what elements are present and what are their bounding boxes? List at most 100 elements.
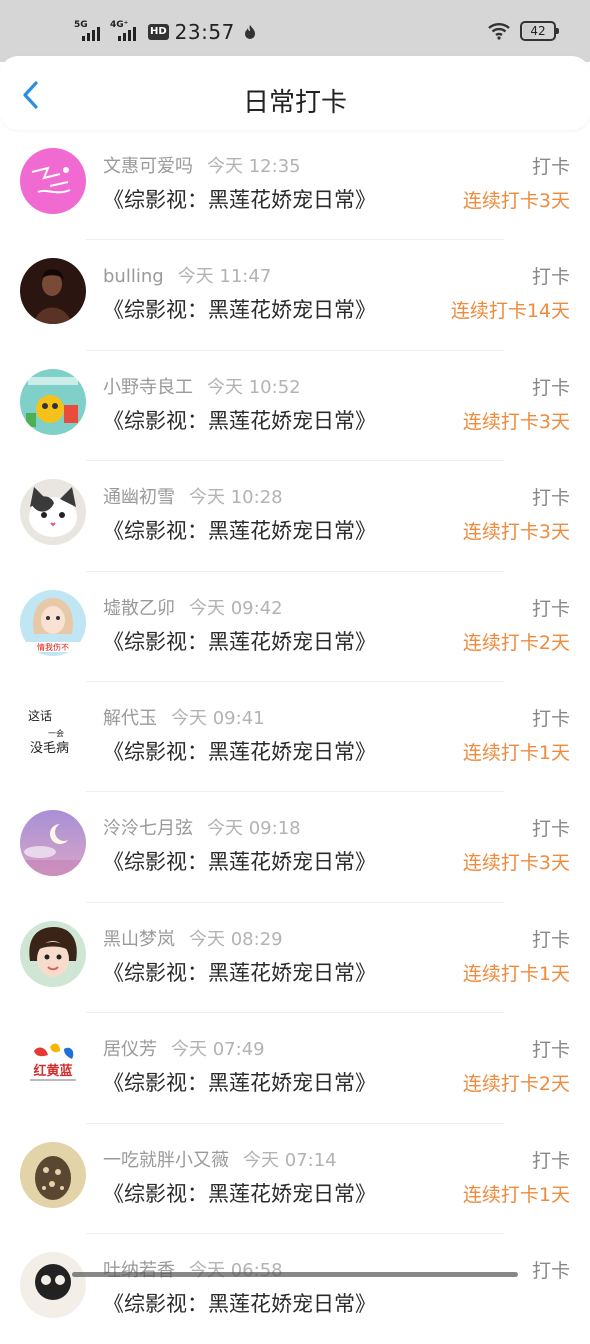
logo-avatar-icon[interactable]: 红黄蓝: [20, 1031, 86, 1098]
child-avatar-icon[interactable]: [20, 920, 86, 987]
user-name[interactable]: bulling: [103, 266, 164, 287]
list-item[interactable]: 文惠可爱吗 今天 12:35 《综影视：黑莲花娇宠日常》 打卡 连续打卡3天: [0, 130, 590, 241]
home-indicator[interactable]: [72, 1272, 518, 1277]
status-left: 5G 4G⁺ HD 23:57: [74, 18, 257, 46]
streak-label: 连续打卡1天: [462, 1183, 570, 1206]
book-title[interactable]: 《综影视：黑莲花娇宠日常》: [103, 515, 376, 545]
streak-label: 连续打卡1天: [462, 741, 570, 764]
book-title[interactable]: 《综影视：黑莲花娇宠日常》: [103, 184, 376, 214]
list-item[interactable]: 一吃就胖小又薇 今天 07:14 《综影视：黑莲花娇宠日常》 打卡 连续打卡1天: [0, 1124, 590, 1234]
nav-bar: 日常打卡: [0, 56, 590, 130]
user-name[interactable]: 文惠可爱吗: [103, 156, 193, 177]
book-title[interactable]: 《综影视：黑莲花娇宠日常》: [103, 294, 376, 324]
user-meta: 黑山梦岚 今天 08:29: [103, 925, 283, 951]
status-bar: 5G 4G⁺ HD 23:57 42: [0, 0, 590, 62]
user-name[interactable]: 小野寺良工: [103, 377, 193, 398]
checkin-time: 今天 07:49: [171, 1039, 265, 1061]
user-name[interactable]: 泠泠七月弦: [103, 818, 193, 839]
skull-avatar-icon[interactable]: [20, 1251, 86, 1318]
checkin-time: 今天 07:14: [243, 1149, 337, 1171]
user-name[interactable]: 黑山梦岚: [103, 929, 175, 950]
checkin-tag: 打卡: [531, 487, 570, 510]
streak-label: 连续打卡1天: [462, 962, 570, 985]
streak-label: 连续打卡14天: [450, 300, 570, 323]
list-item[interactable]: 情我伤不 墟散乙卯 今天 09:42 《综影视：黑莲花娇宠日常》 打卡 连续打卡2…: [0, 572, 590, 682]
checkin-tag: 打卡: [531, 707, 570, 730]
user-meta: 吐纳若香 今天 06:58: [103, 1256, 283, 1282]
checkin-tag: 打卡: [531, 1149, 570, 1172]
streak-label: 连续打卡3天: [462, 190, 570, 212]
list-item[interactable]: 吐纳若香 今天 06:58 《综影视：黑莲花娇宠日常》 打卡: [0, 1234, 590, 1344]
battery-level: 42: [530, 24, 546, 38]
svg-text:红黄蓝: 红黄蓝: [33, 1063, 72, 1079]
checkin-tag: 打卡: [531, 266, 570, 289]
list-item[interactable]: 黑山梦岚 今天 08:29 《综影视：黑莲花娇宠日常》 打卡 连续打卡1天: [0, 903, 590, 1014]
user-name[interactable]: 一吃就胖小又薇: [103, 1150, 229, 1171]
user-meta: 墟散乙卯 今天 09:42: [103, 594, 283, 620]
moon-avatar-icon[interactable]: [20, 810, 86, 877]
checkin-tag: 打卡: [531, 818, 570, 841]
book-title[interactable]: 《综影视：黑莲花娇宠日常》: [103, 1067, 376, 1097]
user-meta: 小野寺良工 今天 10:52: [103, 373, 301, 399]
dark-portrait-avatar-icon[interactable]: [20, 258, 86, 325]
list-item[interactable]: 泠泠七月弦 今天 09:18 《综影视：黑莲花娇宠日常》 打卡 连续打卡3天: [0, 792, 590, 903]
signal-4g-icon: 4G⁺: [110, 20, 140, 44]
streak-label: 连续打卡3天: [462, 852, 570, 875]
list-item[interactable]: 这话 一会 没毛病 解代玉 今天 09:41 《综影视：黑莲花娇宠日常》 打卡 连…: [0, 682, 590, 793]
book-title[interactable]: 《综影视：黑莲花娇宠日常》: [103, 1178, 376, 1208]
checkin-tag: 打卡: [531, 928, 570, 951]
book-title[interactable]: 《综影视：黑莲花娇宠日常》: [103, 1288, 376, 1318]
list-item[interactable]: 通幽初雪 今天 10:28 《综影视：黑莲花娇宠日常》 打卡 连续打卡3天: [0, 461, 590, 572]
pink-avatar-icon[interactable]: [20, 148, 86, 214]
user-meta: 一吃就胖小又薇 今天 07:14: [103, 1146, 337, 1172]
checkin-tag: 打卡: [531, 597, 570, 620]
streak-label: 连续打卡3天: [462, 521, 570, 544]
clock: 23:57: [174, 20, 235, 44]
checkin-time: 今天 10:52: [207, 376, 301, 398]
list-item[interactable]: bulling 今天 11:47 《综影视：黑莲花娇宠日常》 打卡 连续打卡14天: [0, 240, 590, 351]
page-title: 日常打卡: [242, 88, 347, 118]
checkin-time: 今天 09:18: [207, 818, 301, 840]
checkin-time: 今天 12:35: [207, 156, 301, 177]
book-title[interactable]: 《综影视：黑莲花娇宠日常》: [103, 846, 376, 876]
checkin-tag: 打卡: [531, 156, 570, 178]
streak-label: 连续打卡2天: [462, 1073, 570, 1096]
checkin-tag: 打卡: [531, 1259, 570, 1282]
svg-text:没毛病: 没毛病: [30, 741, 69, 756]
streak-label: 连续打卡3天: [462, 410, 570, 433]
girl-avatar-icon[interactable]: 情我伤不: [20, 589, 86, 656]
checkin-list[interactable]: 文惠可爱吗 今天 12:35 《综影视：黑莲花娇宠日常》 打卡 连续打卡3天 bu…: [0, 130, 590, 1344]
user-meta: 解代玉 今天 09:41: [103, 704, 265, 730]
cartoon-avatar-icon[interactable]: [20, 368, 86, 435]
user-meta: bulling 今天 11:47: [103, 262, 271, 288]
status-right: 42: [488, 21, 559, 41]
cookie-avatar-icon[interactable]: [20, 1141, 86, 1208]
wifi-icon: [488, 23, 510, 40]
book-title[interactable]: 《综影视：黑莲花娇宠日常》: [103, 626, 376, 656]
svg-text:一会: 一会: [48, 728, 64, 738]
user-name[interactable]: 墟散乙卯: [103, 598, 175, 619]
checkin-time: 今天 11:47: [177, 266, 272, 288]
svg-text:情我伤不: 情我伤不: [37, 642, 69, 652]
cat-avatar-icon[interactable]: [20, 479, 86, 546]
user-meta: 文惠可爱吗 今天 12:35: [103, 152, 301, 178]
book-title[interactable]: 《综影视：黑莲花娇宠日常》: [103, 957, 376, 987]
user-name[interactable]: 通幽初雪: [103, 487, 175, 508]
list-item[interactable]: 小野寺良工 今天 10:52 《综影视：黑莲花娇宠日常》 打卡 连续打卡3天: [0, 351, 590, 462]
hd-voice-icon: HD: [148, 24, 169, 40]
book-title[interactable]: 《综影视：黑莲花娇宠日常》: [103, 405, 376, 435]
user-name[interactable]: 居仪芳: [103, 1039, 157, 1060]
checkin-time: 今天 10:28: [189, 487, 283, 509]
checkin-tag: 打卡: [531, 376, 570, 399]
checkin-time: 今天 08:29: [189, 928, 283, 950]
signal-5g-icon: 5G: [74, 20, 104, 44]
checkin-time: 今天 09:42: [189, 597, 283, 619]
user-name[interactable]: 解代玉: [103, 708, 157, 729]
list-item[interactable]: 红黄蓝 居仪芳 今天 07:49 《综影视：黑莲花娇宠日常》 打卡 连续打卡2天: [0, 1013, 590, 1124]
battery-icon: 42: [520, 21, 559, 41]
svg-text:这话: 这话: [28, 708, 52, 723]
checkin-tag: 打卡: [531, 1039, 570, 1062]
user-name[interactable]: 吐纳若香: [103, 1260, 175, 1281]
text-avatar-icon[interactable]: 这话 一会 没毛病: [20, 699, 86, 766]
book-title[interactable]: 《综影视：黑莲花娇宠日常》: [103, 736, 376, 766]
